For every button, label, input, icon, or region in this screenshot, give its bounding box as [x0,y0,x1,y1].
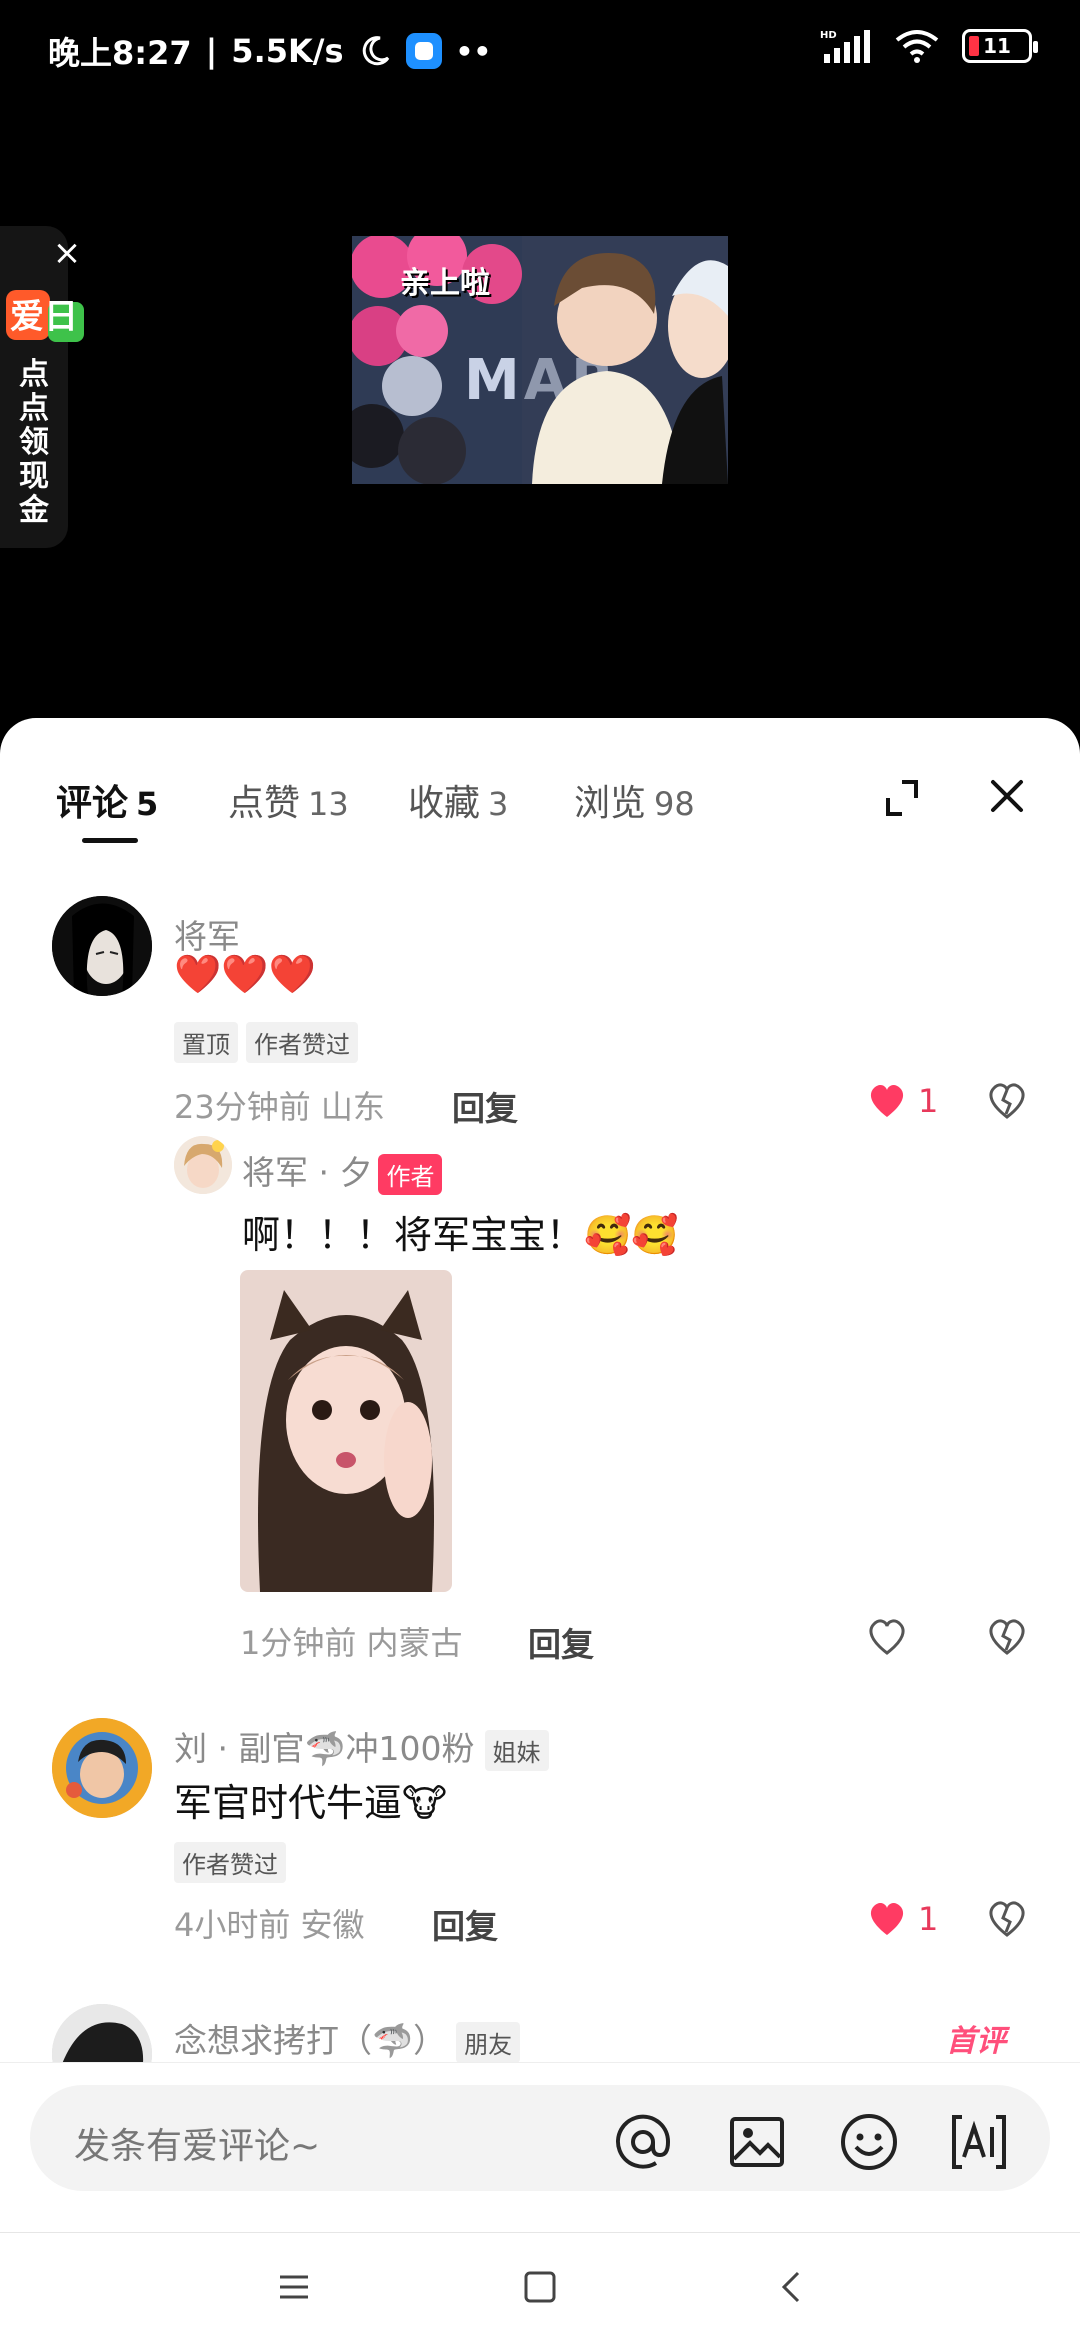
first-comment-badge: 首评 [946,2024,1006,2059]
wifi-icon [895,30,939,63]
broken-heart-icon [989,1619,1025,1655]
reply-text: 啊！！！将军宝宝！🥰🥰 [242,1213,679,1257]
svg-text:HD: HD [820,30,837,41]
heart-outline-icon [869,1619,905,1655]
comment-tags: 置顶 作者赞过 [174,1022,366,1063]
expand-icon[interactable] [880,776,924,820]
tag-pinned: 置顶 [174,1022,238,1063]
like-button[interactable]: 1 [866,1898,938,1940]
menu-icon[interactable] [272,2265,316,2309]
comment-meta: 23分钟前 山东 [174,1088,385,1126]
comment-input[interactable]: 发条有爱评论~ [30,2085,1050,2191]
avatar[interactable] [174,1136,232,1194]
video-player[interactable]: MAR 亲上啦 [352,236,728,484]
tab-likes[interactable]: 点赞 13 [228,774,349,826]
heart-filled-icon [870,1902,904,1935]
avatar[interactable] [52,1718,152,1818]
comment-author[interactable]: 念想求拷打（🦈） 朋友 [174,2014,521,2063]
comment-text: 军官时代牛逼🐮 [174,1781,447,1825]
broken-heart-icon [989,1901,1025,1937]
tab-favorites[interactable]: 收藏 3 [408,774,508,826]
emoji-icon[interactable] [838,2111,900,2173]
reply-image[interactable] [240,1270,452,1592]
reply-photo [240,1270,452,1592]
broken-heart-icon [989,1083,1025,1119]
heart-filled-icon [870,1084,904,1117]
more-notifications-icon: •• [455,34,492,68]
tab-views[interactable]: 浏览 98 [574,774,695,826]
status-bar: 晚上8:27 | 5.5K/s •• HD 11 [0,0,1080,100]
status-right: HD 11 [820,28,1038,64]
relation-badge: 姐妹 [484,1730,549,1771]
status-time: 晚上8:27 [48,34,192,72]
video-people [522,236,728,484]
comment-meta: 4小时前 安徽 [174,1906,365,1944]
tag-author-liked: 作者赞过 [174,1842,286,1883]
system-nav-bar [0,2232,1080,2340]
reply-meta: 1分钟前 内蒙古 [240,1624,463,1662]
avatar-image [52,1718,152,1818]
dislike-button[interactable] [986,1616,1028,1662]
reply-button[interactable]: 回复 [432,1900,498,1948]
dislike-button[interactable] [986,1898,1028,1944]
avatar-image [174,1136,232,1194]
comment-author[interactable]: 将军 [174,910,240,958]
reply-author[interactable]: 将军 · 夕作者 [242,1146,443,1195]
cash-widget-text: 点点领现金 [19,357,49,528]
widget-close-icon[interactable]: × [50,236,84,270]
signal-icon: HD [820,30,870,63]
moon-icon [362,36,389,66]
status-left: 晚上8:27 | 5.5K/s •• [48,28,491,74]
video-caption: 亲上啦 [400,266,490,301]
avatar[interactable] [52,896,152,996]
mention-icon[interactable] [612,2111,674,2173]
avatar-image [52,896,152,996]
ai-icon[interactable] [948,2111,1010,2173]
close-icon[interactable] [985,774,1029,818]
svg-text:爱日: 爱日 [10,297,78,337]
comment-input-placeholder: 发条有爱评论~ [74,2126,321,2167]
dislike-button[interactable] [986,1080,1028,1126]
tab-indicator [82,838,138,843]
network-speed: 5.5K/s [231,32,344,70]
like-button[interactable] [866,1616,908,1658]
reply-button[interactable]: 回复 [452,1082,518,1130]
battery-icon: 11 [962,29,1038,63]
back-icon[interactable] [770,2265,814,2309]
tag-author-liked: 作者赞过 [246,1022,358,1063]
comment-text: ❤️❤️❤️ [174,952,316,996]
home-icon[interactable] [518,2265,562,2309]
tab-comments[interactable]: 评论 5 [56,774,158,826]
author-badge: 作者 [378,1154,443,1195]
cash-widget-logo: 爱日 [6,290,84,342]
image-icon[interactable] [726,2111,788,2173]
relation-badge: 朋友 [456,2022,521,2063]
app-notification-icon [405,33,442,69]
like-button[interactable]: 1 [866,1080,938,1122]
comment-author[interactable]: 刘 · 副官🦈冲100粉 姐妹 [174,1722,549,1771]
comment-input-bar: 发条有爱评论~ [0,2062,1080,2232]
reply-button[interactable]: 回复 [528,1618,594,1666]
comment-tags: 作者赞过 [174,1842,294,1883]
